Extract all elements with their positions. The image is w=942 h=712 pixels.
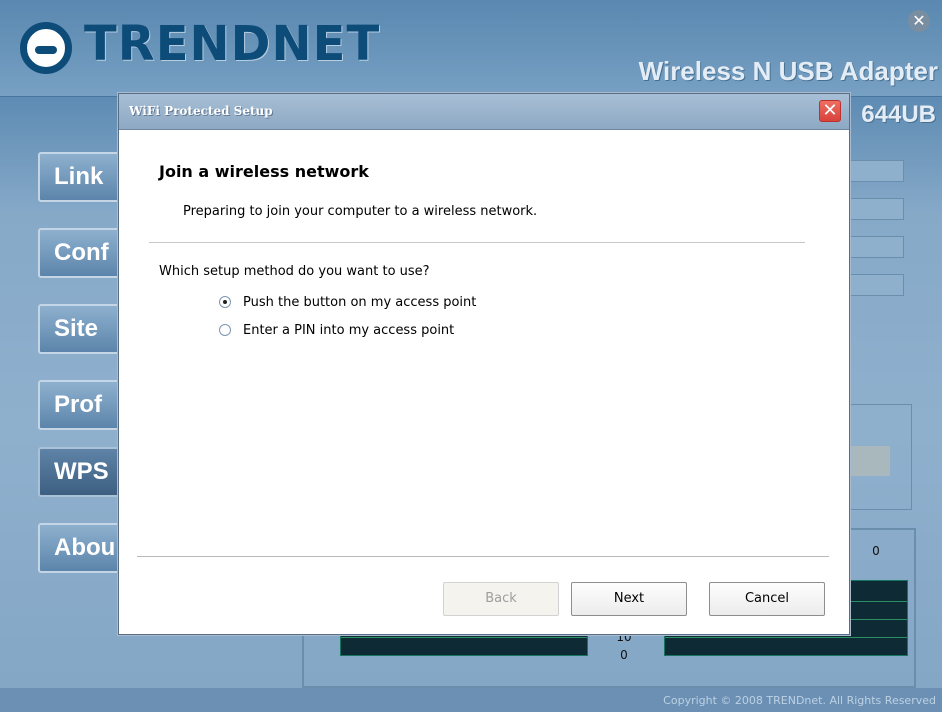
graph-gridline (665, 637, 907, 638)
graph-top-value: 0 (872, 544, 880, 558)
product-title: Wireless N USB Adapter (638, 56, 938, 86)
setup-method-question: Which setup method do you want to use? (159, 264, 430, 279)
divider (149, 242, 805, 243)
trendnet-logo-icon (20, 22, 72, 74)
wps-dialog: WiFi Protected Setup ✕ Join a wireless n… (118, 93, 850, 635)
push-button-radio[interactable] (219, 296, 231, 308)
push-button-option[interactable]: Push the button on my access point (219, 292, 476, 312)
push-button-option-label: Push the button on my access point (243, 294, 477, 310)
pin-option[interactable]: Enter a PIN into my access point (219, 320, 454, 340)
dialog-heading: Join a wireless network (159, 162, 369, 181)
dialog-body: Join a wireless network Preparing to joi… (119, 130, 849, 634)
app-close-icon[interactable]: ✕ (908, 10, 930, 32)
graph-bottom-value: 0 (620, 648, 628, 662)
copyright-text: Copyright © 2008 TRENDnet. All Rights Re… (663, 694, 936, 707)
back-button[interactable]: Back (443, 582, 559, 616)
brand-logo-text: TRENDNET (84, 16, 381, 72)
dialog-title: WiFi Protected Setup (129, 104, 273, 118)
pin-radio[interactable] (219, 324, 231, 336)
status-bar (846, 446, 890, 476)
divider (137, 556, 829, 557)
pin-option-label: Enter a PIN into my access point (243, 322, 455, 338)
next-button[interactable]: Next (571, 582, 687, 616)
dialog-titlebar[interactable]: WiFi Protected Setup ✕ (119, 94, 849, 130)
graph-gridline (341, 637, 587, 638)
cancel-button[interactable]: Cancel (709, 582, 825, 616)
dialog-close-icon[interactable]: ✕ (819, 100, 841, 122)
dialog-description: Preparing to join your computer to a wir… (183, 204, 538, 219)
model-number: 644UB (861, 101, 936, 128)
